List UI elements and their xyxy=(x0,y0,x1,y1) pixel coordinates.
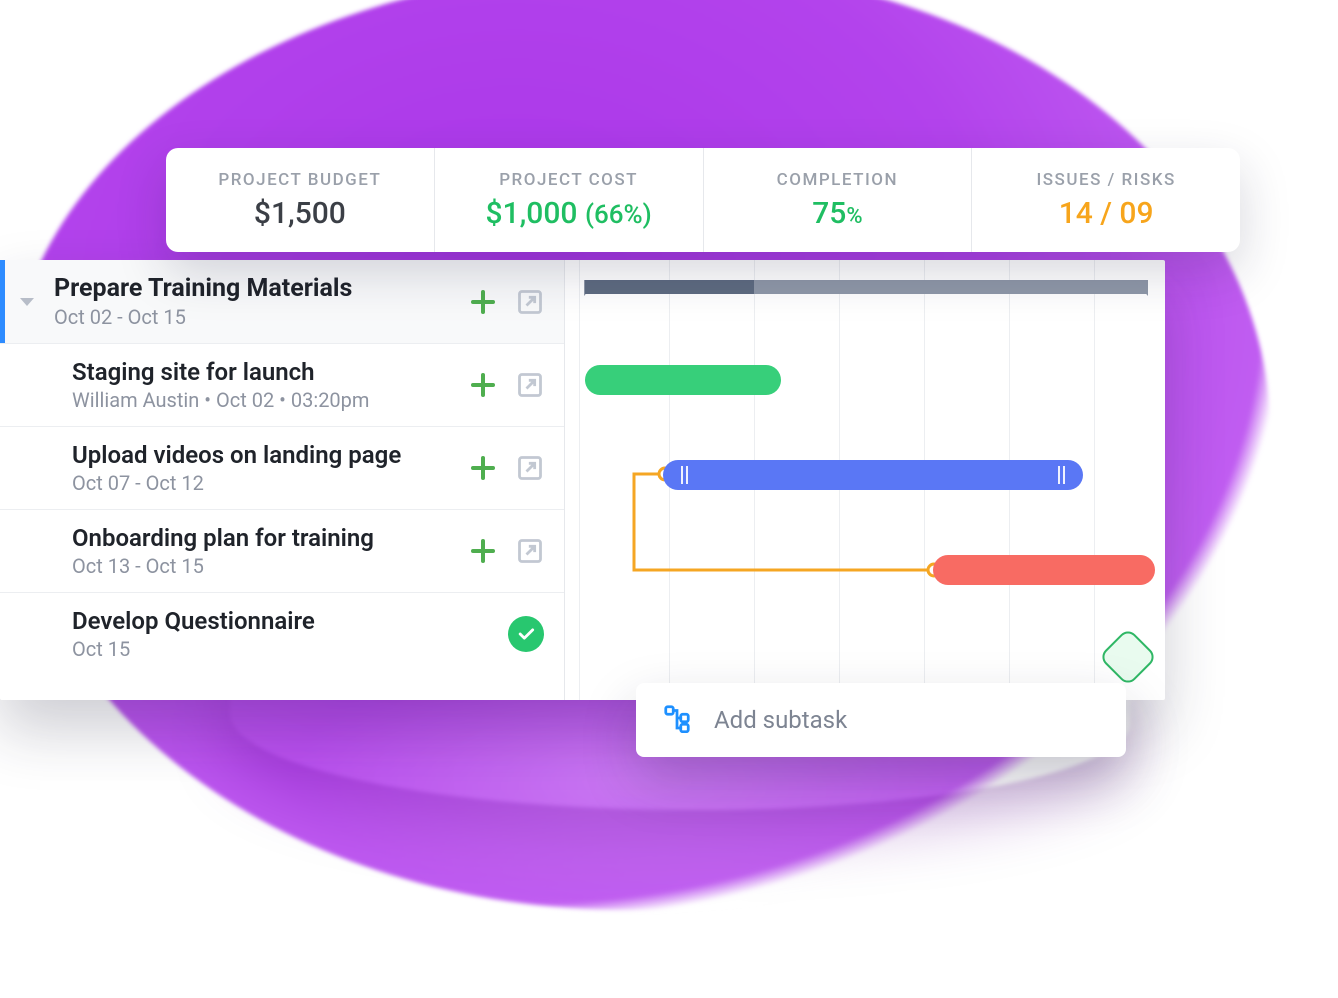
stat-budget-label: PROJECT BUDGET xyxy=(218,170,381,190)
open-external-icon[interactable] xyxy=(516,454,544,482)
stat-budget-value: $1,500 xyxy=(254,196,346,231)
task-list: Prepare Training Materials Oct 02 - Oct … xyxy=(0,260,565,700)
stat-cost-label: PROJECT COST xyxy=(499,170,638,190)
stat-cost: PROJECT COST $1,000 (66%) xyxy=(435,148,704,252)
open-external-icon[interactable] xyxy=(516,288,544,316)
task-row[interactable]: Develop Questionnaire Oct 15 xyxy=(0,593,564,675)
project-panel: Prepare Training Materials Oct 02 - Oct … xyxy=(0,260,1165,700)
stat-completion-label: COMPLETION xyxy=(777,170,898,190)
add-subtask-button[interactable] xyxy=(470,455,496,481)
stat-completion-sym: % xyxy=(846,204,862,229)
collapse-caret-icon[interactable] xyxy=(20,298,34,306)
stat-completion-num: 75 xyxy=(812,196,846,231)
task-row[interactable]: Onboarding plan for training Oct 13 - Oc… xyxy=(0,510,564,593)
task-group-header[interactable]: Prepare Training Materials Oct 02 - Oct … xyxy=(0,260,564,344)
task-meta: Oct 07 - Oct 12 xyxy=(72,471,456,495)
open-external-icon[interactable] xyxy=(516,371,544,399)
project-title: Prepare Training Materials xyxy=(54,274,456,303)
task-meta: Oct 13 - Oct 15 xyxy=(72,554,456,578)
task-title: Staging site for launch xyxy=(72,358,456,386)
add-subtask-label: Add subtask xyxy=(714,706,847,734)
task-complete-icon[interactable] xyxy=(508,616,544,652)
add-subtask-popover[interactable]: Add subtask xyxy=(636,683,1126,757)
task-meta: Oct 15 xyxy=(72,637,494,661)
open-external-icon[interactable] xyxy=(516,537,544,565)
task-title: Develop Questionnaire xyxy=(72,607,494,635)
gantt-bar-upload[interactable] xyxy=(663,460,1083,490)
stat-issues-label: ISSUES / RISKS xyxy=(1036,170,1175,190)
gantt-chart[interactable] xyxy=(565,260,1165,700)
gantt-bar-onboarding[interactable] xyxy=(933,555,1155,585)
add-subtask-button[interactable] xyxy=(470,372,496,398)
subtask-tree-icon xyxy=(662,703,692,737)
stat-cost-value: $1,000 (66%) xyxy=(486,196,652,231)
task-row[interactable]: Upload videos on landing page Oct 07 - O… xyxy=(0,427,564,510)
stat-completion-value: 75% xyxy=(812,196,862,231)
stat-completion: COMPLETION 75% xyxy=(704,148,973,252)
stat-issues: ISSUES / RISKS 14 / 09 xyxy=(972,148,1240,252)
task-title: Onboarding plan for training xyxy=(72,524,456,552)
stats-card: PROJECT BUDGET $1,500 PROJECT COST $1,00… xyxy=(166,148,1240,252)
stat-cost-amount: $1,000 xyxy=(486,196,578,231)
gantt-bar-staging[interactable] xyxy=(585,365,781,395)
stat-cost-pct: (66%) xyxy=(585,200,652,230)
gantt-summary-bar[interactable] xyxy=(585,280,1147,294)
project-dates: Oct 02 - Oct 15 xyxy=(54,305,456,329)
task-title: Upload videos on landing page xyxy=(72,441,456,469)
add-subtask-button[interactable] xyxy=(470,538,496,564)
task-row[interactable]: Staging site for launch William Austin •… xyxy=(0,344,564,427)
add-task-button[interactable] xyxy=(470,289,496,315)
task-meta: William Austin • Oct 02 • 03:20pm xyxy=(72,388,456,412)
stat-issues-value: 14 / 09 xyxy=(1059,196,1154,231)
stat-budget: PROJECT BUDGET $1,500 xyxy=(166,148,435,252)
